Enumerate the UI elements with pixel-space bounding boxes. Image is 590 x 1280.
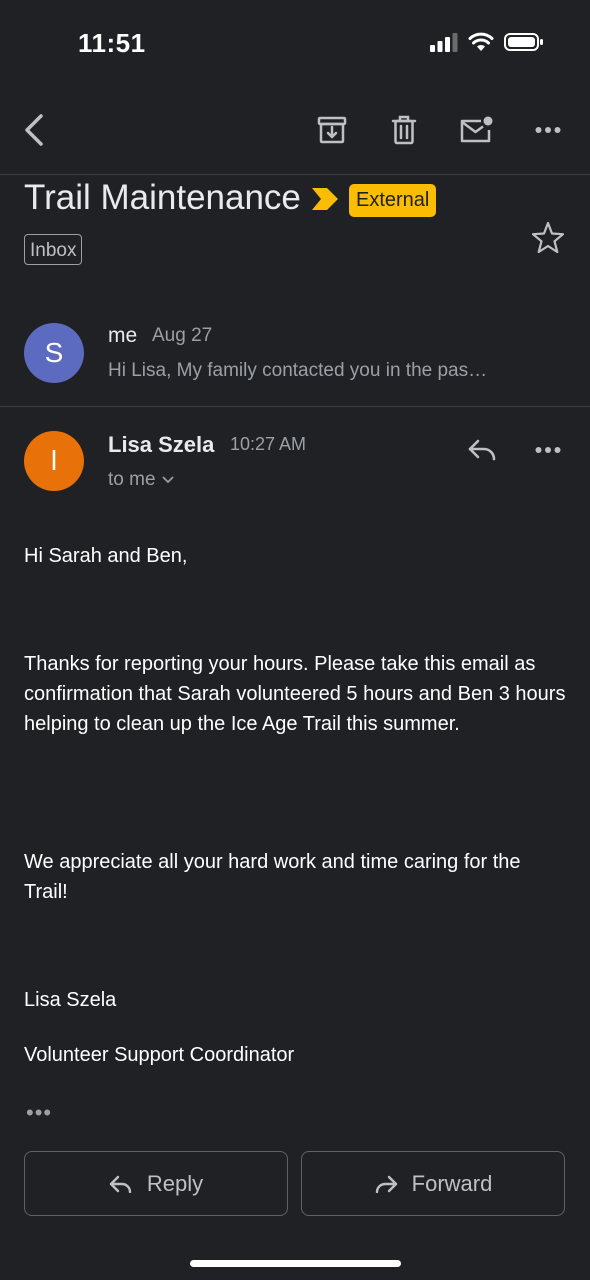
avatar-me: S (24, 323, 84, 383)
message-time: 10:27 AM (230, 434, 307, 454)
collapsed-sender-name: me (108, 324, 138, 347)
status-bar-icons (430, 32, 544, 56)
star-icon[interactable] (528, 218, 568, 258)
signature-name: Lisa Szela (24, 989, 117, 1011)
collapsed-message-row[interactable]: S (0, 300, 590, 406)
show-trimmed-content-button[interactable]: ••• (26, 1100, 52, 1126)
thread-divider (0, 406, 590, 407)
external-badge: External (349, 184, 437, 217)
battery-icon (504, 32, 544, 57)
delete-button[interactable] (380, 106, 428, 154)
message-more-button[interactable] (524, 426, 572, 474)
status-bar-time: 11:51 (78, 28, 146, 58)
reply-icon (109, 1175, 132, 1193)
more-vert-icon (535, 447, 561, 453)
message-reply-button[interactable] (458, 426, 506, 474)
archive-icon (317, 116, 347, 144)
forward-label: Forward (411, 1170, 493, 1196)
reply-icon (468, 439, 496, 461)
email-subject: Trail Maintenance (24, 178, 301, 217)
message-sender-name: Lisa Szela (108, 432, 215, 457)
inbox-label-chip[interactable]: Inbox (24, 234, 83, 265)
avatar-letter: l (50, 445, 58, 476)
avatar-lisa[interactable]: l (24, 431, 84, 491)
forward-icon (375, 1175, 397, 1193)
importance-marker-icon[interactable] (312, 188, 338, 215)
trash-icon (391, 115, 417, 145)
home-indicator[interactable] (190, 1260, 401, 1267)
wifi-icon (468, 32, 494, 57)
mark-unread-button[interactable] (452, 106, 500, 154)
forward-button[interactable]: Forward (301, 1151, 565, 1216)
toolbar-divider (0, 174, 590, 175)
avatar-letter: S (44, 337, 64, 368)
more-options-button[interactable] (524, 106, 572, 154)
body-greeting: Hi Sarah and Ben, (24, 545, 188, 567)
recipient-details-toggle[interactable]: to me (108, 469, 174, 491)
body-paragraph-1: Thanks for reporting your hours. Please … (24, 653, 566, 735)
back-arrow-icon (25, 114, 43, 146)
collapsed-message-date: Aug 27 (152, 325, 213, 346)
reply-label: Reply (146, 1170, 204, 1196)
reply-button[interactable]: Reply (24, 1151, 288, 1216)
more-vert-icon (535, 127, 561, 133)
back-button[interactable] (10, 106, 58, 154)
collapsed-message-snippet: Hi Lisa, My family contacted you in the … (108, 360, 488, 381)
body-paragraph-2: We appreciate all your hard work and tim… (24, 851, 521, 903)
signature-title: Volunteer Support Coordinator (24, 1044, 295, 1066)
archive-button[interactable] (308, 106, 356, 154)
recipient-label: to me (108, 469, 156, 490)
cellular-signal-icon (430, 32, 458, 57)
chevron-down-icon (162, 476, 173, 484)
mark-unread-icon (460, 116, 493, 143)
